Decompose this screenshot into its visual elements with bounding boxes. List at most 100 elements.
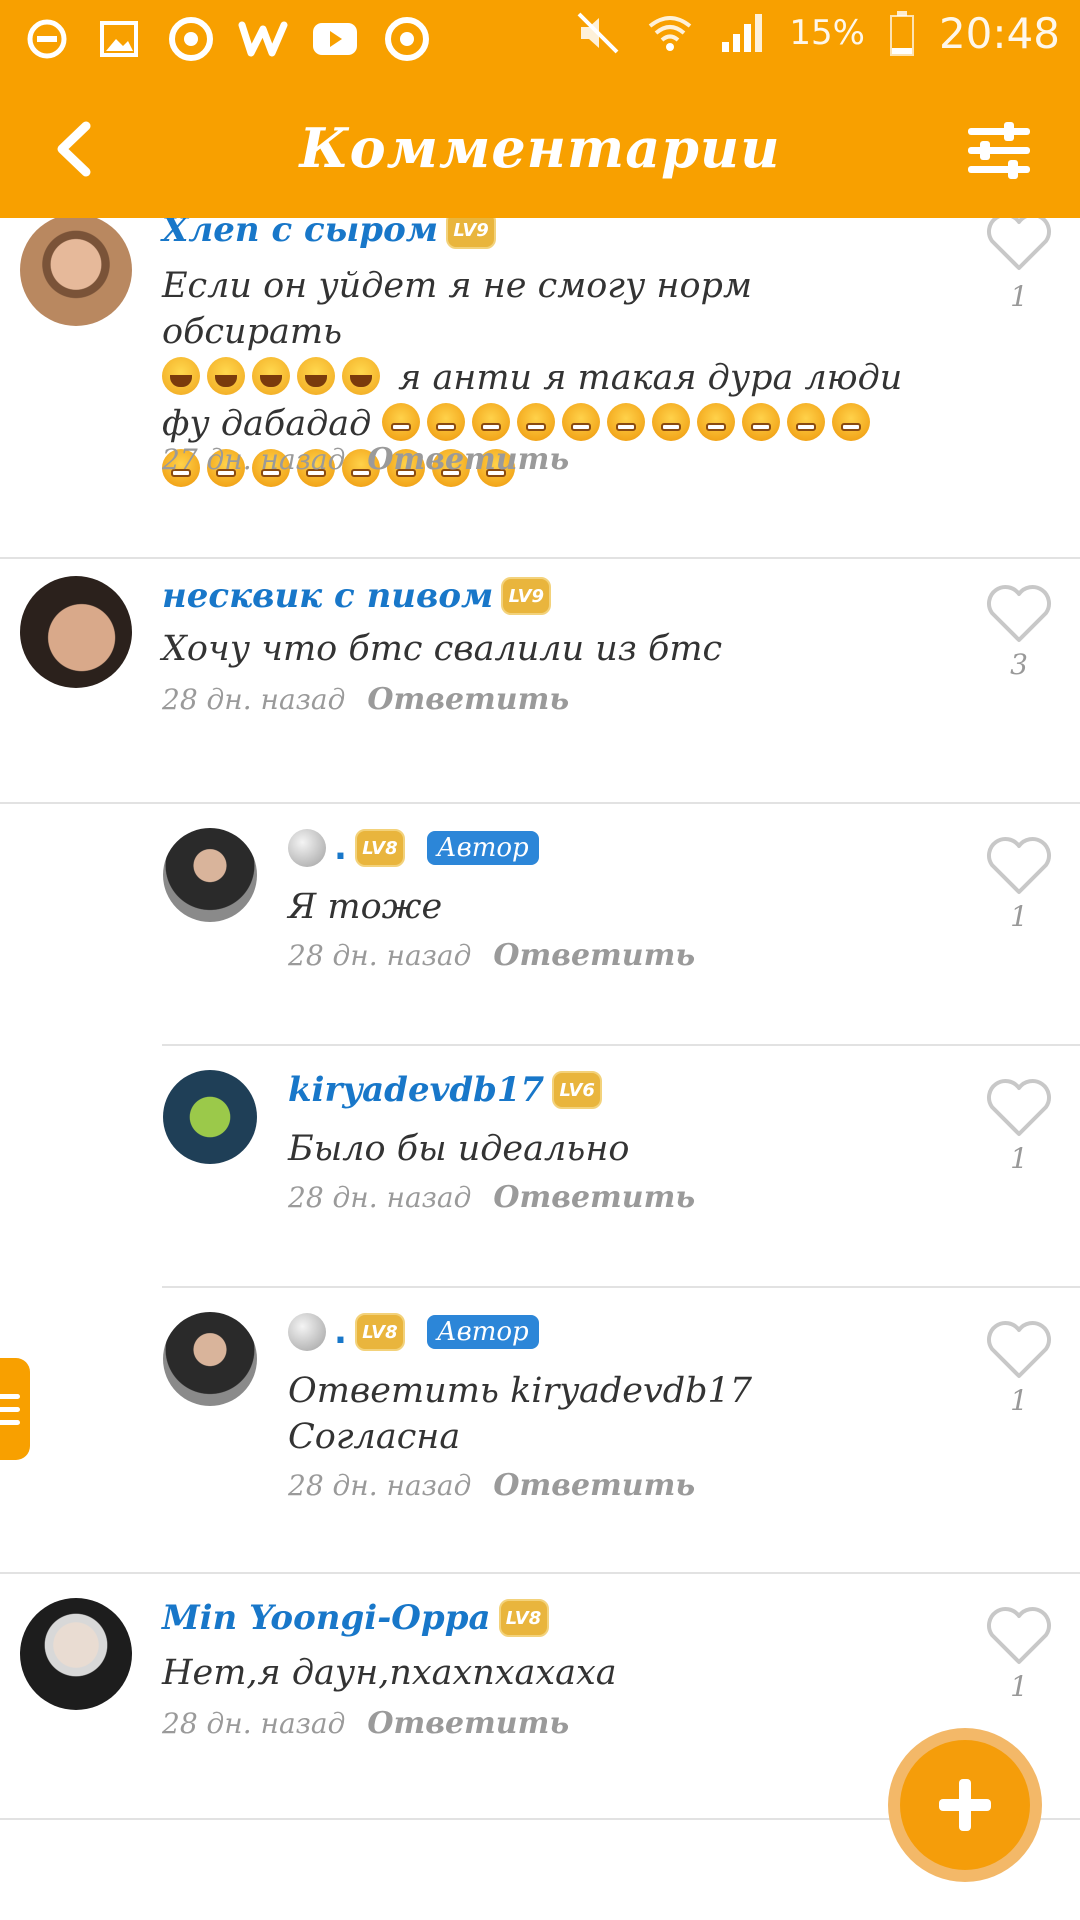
moon-avatar-icon [288,829,326,867]
heart-icon[interactable] [984,218,1054,272]
side-menu-tab[interactable] [0,1358,30,1460]
heart-icon[interactable] [984,1604,1054,1666]
divider [162,1286,1080,1288]
comment-meta: 28 дн. назад Ответить [162,682,569,717]
avatar[interactable] [163,1070,257,1164]
reply-button[interactable]: Ответить [367,682,569,717]
comment-text-fragment: фу дабадад [162,404,372,444]
mute-icon [573,8,623,58]
timestamp: 28 дн. назад [288,1469,472,1502]
fab-inner [900,1740,1030,1870]
comment-text: Ответить kiryadevdb17 Согласна [288,1368,752,1460]
comment-text-fragment: я анти я такая дура люди [398,358,903,398]
avatar[interactable] [20,1598,132,1710]
like-count: 1 [1010,1384,1028,1417]
reply-item: . LV8 Автор Я тоже 28 дн. назад Ответить… [0,828,1080,1028]
grimacing-emoji-icon [517,403,556,441]
like-count: 1 [1010,1142,1028,1175]
crying-emoji-icon [342,357,380,395]
comment-meta: 28 дн. назад Ответить [288,1180,695,1215]
app-bar: Комментарии [0,80,1080,218]
like-count: 1 [1010,900,1028,933]
blocked-icon [22,14,72,64]
grimacing-emoji-icon [742,403,781,441]
reply-button[interactable]: Ответить [493,1468,695,1503]
username[interactable]: . [334,828,347,868]
heart-icon[interactable] [984,1318,1054,1380]
heart-icon[interactable] [984,582,1054,644]
like-count: 1 [1010,1670,1028,1703]
comments-list: Хлеп с сыром LV9 Если он уйдет я не смог… [0,218,1080,1920]
comment-header: Хлеп с сыром LV9 [162,218,497,250]
comment-text-line: Ответить kiryadevdb17 [288,1371,753,1411]
timestamp: 27 дн. назад [162,443,346,476]
level-badge: LV9 [446,218,497,249]
avatar[interactable] [20,218,132,326]
reply-item: . LV8 Автор Ответить kiryadevdb17 Соглас… [0,1312,1080,1552]
grimacing-emoji-icon [652,403,691,441]
menu-icon [0,1393,20,1399]
gallery-icon [94,14,144,64]
divider [0,802,1080,804]
avatar[interactable] [20,576,132,688]
comment-text-line: Если он уйдет я не смогу норм обсирать [162,266,752,352]
sliders-icon [968,122,1030,179]
heart-icon[interactable] [984,834,1054,896]
comment-text: Нет,я даун,пхахпхахаха [162,1653,617,1693]
filter-button[interactable] [966,120,1032,180]
grimacing-emoji-icon [382,403,421,441]
clock: 20:48 [938,8,1060,58]
grimacing-emoji-icon [427,403,466,441]
comment-text-line-2: я анти я такая дура люди [162,355,922,401]
comment-header: kiryadevdb17 LV6 [288,1070,603,1110]
reply-button[interactable]: Ответить [493,1180,695,1215]
like-count: 3 [1010,648,1028,681]
grimacing-emoji-icon [832,403,871,441]
comment-text: Я тоже [288,887,443,927]
battery-percent: 15% [789,13,865,53]
username[interactable]: Min Yoongi-Oppa [162,1598,491,1638]
crying-emoji-icon [252,357,290,395]
plus-icon [939,1779,991,1831]
add-comment-button[interactable] [888,1728,1042,1882]
comment-text-line: Согласна [288,1417,461,1457]
notification-icons [22,14,432,64]
username[interactable]: Хлеп с сыром [162,218,438,250]
username[interactable]: kiryadevdb17 [288,1070,544,1110]
w-app-icon [238,14,288,64]
heart-icon[interactable] [984,1076,1054,1138]
moon-avatar-icon [288,1313,326,1351]
avatar[interactable] [163,828,257,922]
page-title: Комментарии [299,116,781,180]
avatar[interactable] [163,1312,257,1406]
author-badge: Автор [426,831,539,865]
reply-button[interactable]: Ответить [493,938,695,973]
signal-icon [717,8,767,58]
timestamp: 28 дн. назад [288,939,472,972]
username[interactable]: несквик с пивом [162,576,493,616]
crying-emoji-icon [207,357,245,395]
comment-item: Хлеп с сыром LV9 Если он уйдет я не смог… [0,218,1080,487]
grimacing-emoji-icon [697,403,736,441]
comment-text: Было бы идеально [288,1129,630,1169]
grimacing-emoji-icon [472,403,511,441]
reply-button[interactable]: Ответить [367,1706,569,1741]
menu-icon [0,1419,20,1425]
author-badge: Автор [426,1315,539,1349]
reply-item: kiryadevdb17 LV6 Было бы идеально 28 дн.… [0,1070,1080,1270]
status-bar: 15% 20:48 [0,0,1080,80]
chrome-icon [166,14,216,64]
reply-button[interactable]: Ответить [367,442,569,477]
wifi-icon [645,8,695,58]
comment-meta: 28 дн. назад Ответить [288,938,695,973]
username[interactable]: . [334,1312,347,1352]
level-badge: LV8 [354,829,405,867]
system-icons: 15% 20:48 [573,8,1060,58]
grimacing-emoji-icon [787,403,826,441]
divider [0,1572,1080,1574]
comment-meta: 27 дн. назад Ответить [162,442,569,477]
battery-icon [887,8,917,58]
comment-header: . LV8 Автор [288,1312,539,1352]
like-count: 1 [1010,280,1028,313]
crying-emoji-icon [297,357,335,395]
